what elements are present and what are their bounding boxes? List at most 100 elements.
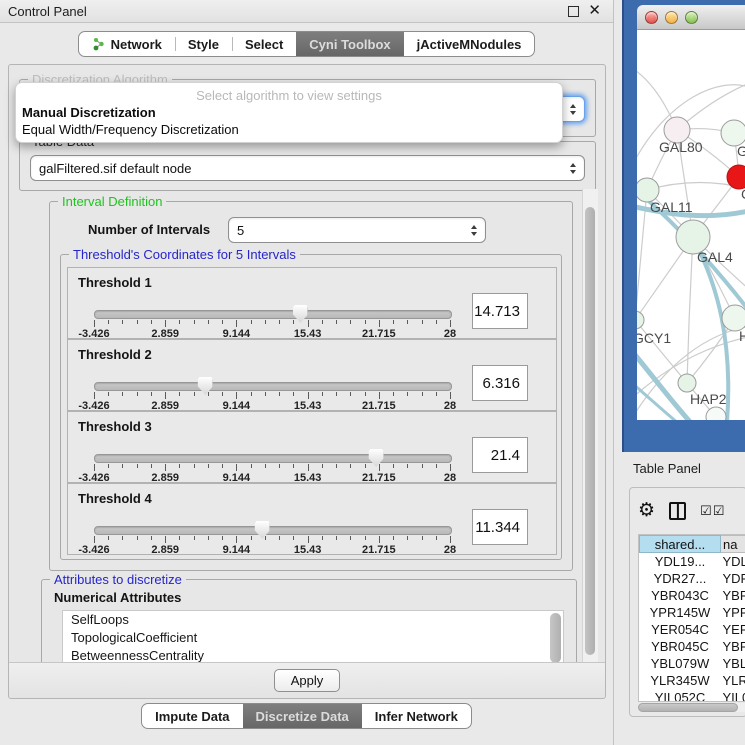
float-window-icon[interactable]	[568, 6, 579, 17]
tick-mark	[293, 536, 294, 540]
split-columns-icon[interactable]	[669, 502, 686, 520]
network-node-hap2[interactable]	[678, 374, 696, 392]
tick-mark	[450, 464, 451, 471]
tick-mark	[422, 536, 423, 540]
table-cell[interactable]: YLR3	[721, 672, 745, 689]
interval-definition-group: Interval Definition Number of Intervals …	[49, 201, 573, 571]
tick-mark	[94, 536, 95, 543]
threshold-3-slider[interactable]	[94, 454, 452, 463]
tick-mark	[179, 392, 180, 396]
tick-mark	[450, 392, 451, 399]
table-cell[interactable]: YPR145W	[640, 604, 721, 621]
threshold-4-value-field[interactable]: 11.344	[472, 509, 528, 545]
table-cell[interactable]: YBR0	[721, 587, 745, 604]
table-cell[interactable]: YER0	[721, 621, 745, 638]
gear-icon[interactable]: ⚙	[638, 501, 655, 521]
table-cell[interactable]: YBR0	[721, 638, 745, 655]
table-cell[interactable]: YBL079W	[640, 655, 721, 672]
attribute-list-item[interactable]: SelfLoops	[63, 611, 563, 629]
tick-mark	[379, 320, 380, 327]
tick-mark	[236, 536, 237, 543]
tab-infer-network[interactable]: Infer Network	[362, 704, 471, 728]
threshold-2-slider[interactable]	[94, 382, 452, 391]
tick-mark	[94, 392, 95, 399]
table-cell[interactable]: YBR043C	[640, 587, 721, 604]
table-row[interactable]: YPR145WYPR1	[640, 604, 745, 621]
table-cell[interactable]: YDR27...	[640, 570, 721, 587]
table-row[interactable]: YDR27...YDR2	[640, 570, 745, 587]
close-icon[interactable]: ✕	[588, 6, 601, 16]
tick-mark	[336, 392, 337, 396]
table-row[interactable]: YLR345WYLR3	[640, 672, 745, 689]
network-node-gcy1[interactable]	[637, 311, 644, 329]
algorithm-option-manual[interactable]: Manual Discretization	[16, 104, 562, 121]
table-cell[interactable]: YPR1	[721, 604, 745, 621]
column-header-shared-name[interactable]: shared...	[640, 536, 721, 553]
column-header-name[interactable]: na	[721, 536, 745, 553]
thresholds-group-title: Threshold's Coordinates for 5 Intervals	[69, 247, 300, 262]
threshold-2-value-field[interactable]: 6.316	[472, 365, 528, 401]
tab-impute-data[interactable]: Impute Data	[142, 704, 242, 728]
threshold-1-slider[interactable]	[94, 310, 452, 319]
number-of-intervals-label: Number of Intervals	[88, 222, 210, 237]
threshold-3-panel: Threshold 3 -3.4262.8599.14415.4321.7152…	[67, 411, 557, 483]
table-cell[interactable]: YIL0	[721, 689, 745, 703]
table-cell[interactable]: YLR345W	[640, 672, 721, 689]
tick-mark	[251, 392, 252, 396]
apply-button[interactable]: Apply	[274, 669, 341, 692]
table-row[interactable]: YDL19...YDL1	[640, 553, 745, 570]
table-cell[interactable]: YER054C	[640, 621, 721, 638]
algorithm-option-equal-width[interactable]: Equal Width/Frequency Discretization	[16, 121, 562, 138]
number-of-intervals-combobox[interactable]: 5	[228, 217, 486, 243]
select-columns-icon[interactable]: ☑☑	[700, 503, 725, 519]
tick-mark	[208, 464, 209, 468]
tick-mark	[365, 464, 366, 468]
numerical-attributes-list[interactable]: SelfLoopsTopologicalCoefficientBetweenne…	[62, 610, 564, 668]
tick-mark	[308, 392, 309, 399]
tick-mark	[179, 536, 180, 540]
tab-style[interactable]: Style	[175, 32, 232, 56]
tick-mark	[450, 536, 451, 543]
attribute-list-item[interactable]: TopologicalCoefficient	[63, 629, 563, 647]
tick-mark	[322, 464, 323, 468]
threshold-3-value-field[interactable]: 21.4	[472, 437, 528, 473]
threshold-4-slider[interactable]	[94, 526, 452, 535]
tab-discretize-data[interactable]: Discretize Data	[243, 704, 362, 728]
tab-cyni-toolbox[interactable]: Cyni Toolbox	[296, 32, 403, 56]
table-cell[interactable]: YBR045C	[640, 638, 721, 655]
settings-scrollbar-thumb[interactable]	[585, 207, 595, 655]
scale-label: 15.43	[294, 544, 322, 556]
table-scrollbar-thumb[interactable]	[638, 703, 738, 712]
table-row[interactable]: YBR043CYBR0	[640, 587, 745, 604]
zoom-traffic-light-icon[interactable]	[685, 11, 698, 24]
table-row[interactable]: YBR045CYBR0	[640, 638, 745, 655]
tab-select[interactable]: Select	[232, 32, 296, 56]
settings-scrollbar[interactable]	[582, 189, 598, 663]
tick-mark	[165, 536, 166, 543]
minimize-traffic-light-icon[interactable]	[665, 11, 678, 24]
close-traffic-light-icon[interactable]	[645, 11, 658, 24]
table-cell[interactable]: YDL19...	[640, 553, 721, 570]
table-cell[interactable]: YDL1	[721, 553, 745, 570]
table-horizontal-scrollbar[interactable]	[638, 703, 745, 712]
tick-mark	[393, 536, 394, 540]
tab-network[interactable]: Network	[79, 32, 175, 56]
tab-jactivemnodules[interactable]: jActiveMNodules	[404, 32, 535, 56]
table-cell[interactable]: YBL0	[721, 655, 745, 672]
table-cell[interactable]: YDR2	[721, 570, 745, 587]
network-node-label: H	[739, 328, 745, 344]
network-node-label: GAL4	[697, 249, 733, 265]
network-canvas[interactable]: GAL80GACGAL11GAL4GCY1HHAP2	[637, 30, 745, 420]
tick-mark	[279, 392, 280, 396]
table-row[interactable]: YBL079WYBL0	[640, 655, 745, 672]
table-row[interactable]: YIL052CYIL0	[640, 689, 745, 703]
tick-mark	[293, 464, 294, 468]
thresholds-group: Threshold's Coordinates for 5 Intervals …	[60, 254, 562, 560]
table-data-combobox[interactable]: galFiltered.sif default node	[30, 155, 585, 181]
table-cell[interactable]: YIL052C	[640, 689, 721, 703]
tick-mark	[151, 392, 152, 396]
network-window-titlebar[interactable]	[637, 5, 745, 30]
list-scrollbar[interactable]	[550, 613, 561, 663]
table-row[interactable]: YER054CYER0	[640, 621, 745, 638]
threshold-1-value-field[interactable]: 14.713	[472, 293, 528, 329]
